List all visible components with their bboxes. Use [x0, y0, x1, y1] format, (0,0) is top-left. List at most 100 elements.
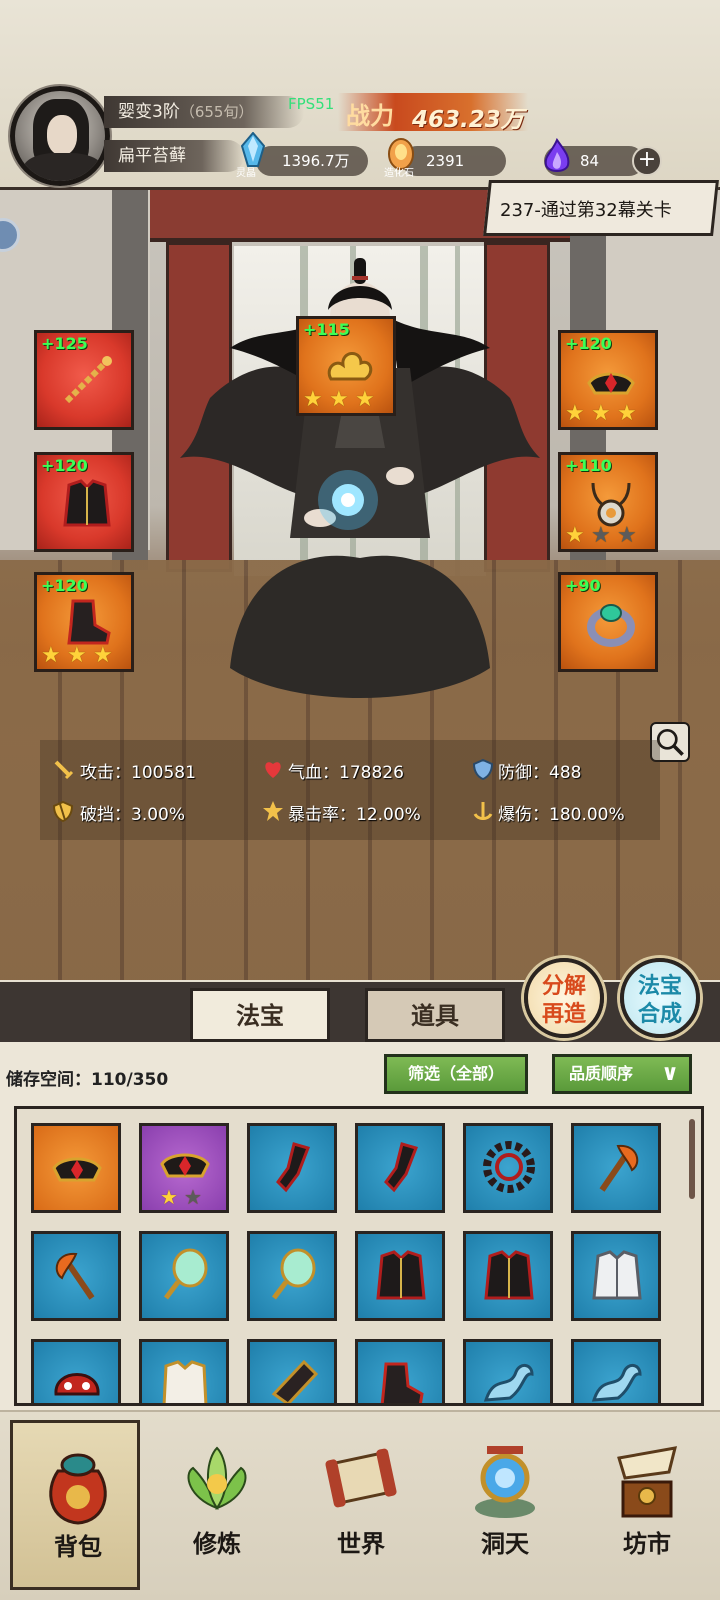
axe-icon: [55, 1252, 95, 1300]
star-empty-icon: ★: [617, 523, 637, 548]
star-icon: ★: [303, 387, 323, 412]
robe-icon: [376, 1250, 426, 1300]
enhance-level: +90: [565, 576, 601, 595]
stats-panel: [40, 740, 660, 840]
star-icon: ★: [160, 1185, 178, 1209]
nav-world-label: 世界: [337, 1529, 385, 1558]
stage-progress-text: 237-通过第32幕关卡: [500, 200, 672, 221]
star-rating: ★ ★: [160, 1187, 204, 1209]
enhance-level: +120: [41, 456, 88, 475]
star-icon: ★: [617, 401, 637, 426]
equip-slot-necklace[interactable]: +110 ★ ★ ★: [558, 452, 658, 552]
add-resource-button[interactable]: +: [632, 146, 662, 176]
enhance-level: +115: [303, 320, 350, 339]
equip-slot-weapon[interactable]: +125: [34, 330, 134, 430]
crown-icon: [52, 1157, 102, 1182]
star-rating: ★ ★ ★: [303, 389, 377, 411]
blue-dragon-icon: [591, 1364, 642, 1402]
nav-cultivate[interactable]: 修炼: [152, 1420, 282, 1590]
sword-icon: [54, 760, 74, 780]
nav-world[interactable]: 世界: [296, 1420, 426, 1590]
broken-shield-icon: [52, 800, 74, 822]
nav-cultivate-label: 修炼: [193, 1529, 241, 1558]
boots-icon: [276, 1142, 310, 1193]
gauntlet-icon: [271, 1359, 319, 1403]
portal-icon: [475, 1446, 535, 1518]
nav-cave-heaven[interactable]: 洞天: [440, 1420, 570, 1590]
stat-attack: 攻击：100581: [80, 763, 196, 783]
inventory-item[interactable]: [31, 1123, 121, 1213]
inventory-item[interactable]: [571, 1123, 661, 1213]
equip-slot-boots[interactable]: +120 ★ ★ ★: [34, 572, 134, 672]
sort-label: 品质顺序: [569, 1064, 634, 1083]
inventory-item[interactable]: [31, 1339, 121, 1403]
decompose-label-1: 分解: [541, 973, 586, 999]
nav-cave-heaven-label: 洞天: [481, 1529, 529, 1558]
sort-dropdown[interactable]: 品质顺序 ∨: [552, 1054, 692, 1094]
boots-icon: [384, 1142, 418, 1193]
equip-slot-armor[interactable]: +120: [34, 452, 134, 552]
equip-slot-ring[interactable]: +90: [558, 572, 658, 672]
inventory-item[interactable]: [355, 1339, 445, 1403]
saw-ring-icon: [483, 1141, 535, 1193]
scroll-map-icon: [325, 1448, 397, 1508]
inventory-item[interactable]: [463, 1123, 553, 1213]
merge-label-2: 合成: [637, 1001, 682, 1027]
star-icon: ★: [591, 401, 611, 426]
chain-whip-icon: [64, 356, 112, 404]
nav-bag[interactable]: 背包: [10, 1420, 140, 1590]
inventory-scrollbar[interactable]: [689, 1119, 695, 1199]
star-rating: ★ ★ ★: [565, 403, 639, 425]
realm-bar: 婴变3阶（655旬）: [104, 96, 304, 128]
combat-power-value: 463.23万: [412, 107, 524, 133]
star-empty-icon: ★: [591, 523, 611, 548]
nav-bag-label: 背包: [54, 1532, 102, 1561]
tab-treasure[interactable]: 法宝: [190, 988, 330, 1042]
inventory-item[interactable]: [463, 1339, 553, 1403]
heart-icon: [265, 762, 281, 778]
jade-ring-icon: [587, 604, 635, 647]
nav-market[interactable]: 坊市: [582, 1420, 712, 1590]
decompose-reforge-button[interactable]: 分解 再造: [524, 958, 604, 1038]
creation-stone-value: 2391: [426, 152, 465, 170]
tab-items[interactable]: 道具: [365, 988, 505, 1042]
inventory-item[interactable]: [247, 1123, 337, 1213]
lotus-icon: [187, 1446, 247, 1510]
resource-creation-stone: 2391: [402, 146, 506, 176]
inventory-item[interactable]: [463, 1231, 553, 1321]
stat-defense: 防御：488: [498, 763, 582, 783]
player-avatar[interactable]: [10, 86, 110, 186]
spirit-crystal-label: 灵晶: [236, 168, 256, 179]
star-icon: ★: [565, 523, 585, 548]
inventory-item[interactable]: [247, 1339, 337, 1403]
inventory-item[interactable]: [355, 1231, 445, 1321]
enhance-level: +125: [41, 334, 88, 353]
star-icon: ★: [93, 643, 113, 668]
robe-icon: [63, 479, 111, 527]
combat-power-label: 战力: [346, 101, 394, 130]
decompose-label-2: 再造: [541, 1001, 586, 1027]
inventory-item[interactable]: [355, 1123, 445, 1213]
filter-button[interactable]: 筛选（全部）: [384, 1054, 528, 1094]
axe-icon: [599, 1144, 639, 1192]
inventory-item[interactable]: ★ ★: [139, 1123, 229, 1213]
inventory-item[interactable]: [139, 1339, 229, 1403]
fps-counter: FPS51: [288, 95, 335, 113]
inventory-grid: ★ ★: [14, 1106, 704, 1406]
chevron-down-icon: ∨: [661, 1061, 679, 1086]
spirit-crystal-value: 1396.7万: [282, 152, 350, 170]
equip-slot-crown[interactable]: +120 ★ ★ ★: [558, 330, 658, 430]
inventory-item[interactable]: [571, 1231, 661, 1321]
enhance-level: +120: [565, 334, 612, 353]
star-icon: ★: [329, 387, 349, 412]
avatar-face: [47, 115, 77, 155]
inventory-item[interactable]: [571, 1339, 661, 1403]
demon-helm-icon: [54, 1373, 100, 1396]
equip-slot-treasure[interactable]: +115 ★ ★ ★: [296, 316, 396, 416]
treasure-merge-button[interactable]: 法宝 合成: [620, 958, 700, 1038]
star-icon: ★: [565, 401, 585, 426]
inventory-item[interactable]: [247, 1231, 337, 1321]
inventory-item[interactable]: [31, 1231, 121, 1321]
inventory-item[interactable]: [139, 1231, 229, 1321]
star-empty-icon: ★: [184, 1185, 202, 1209]
